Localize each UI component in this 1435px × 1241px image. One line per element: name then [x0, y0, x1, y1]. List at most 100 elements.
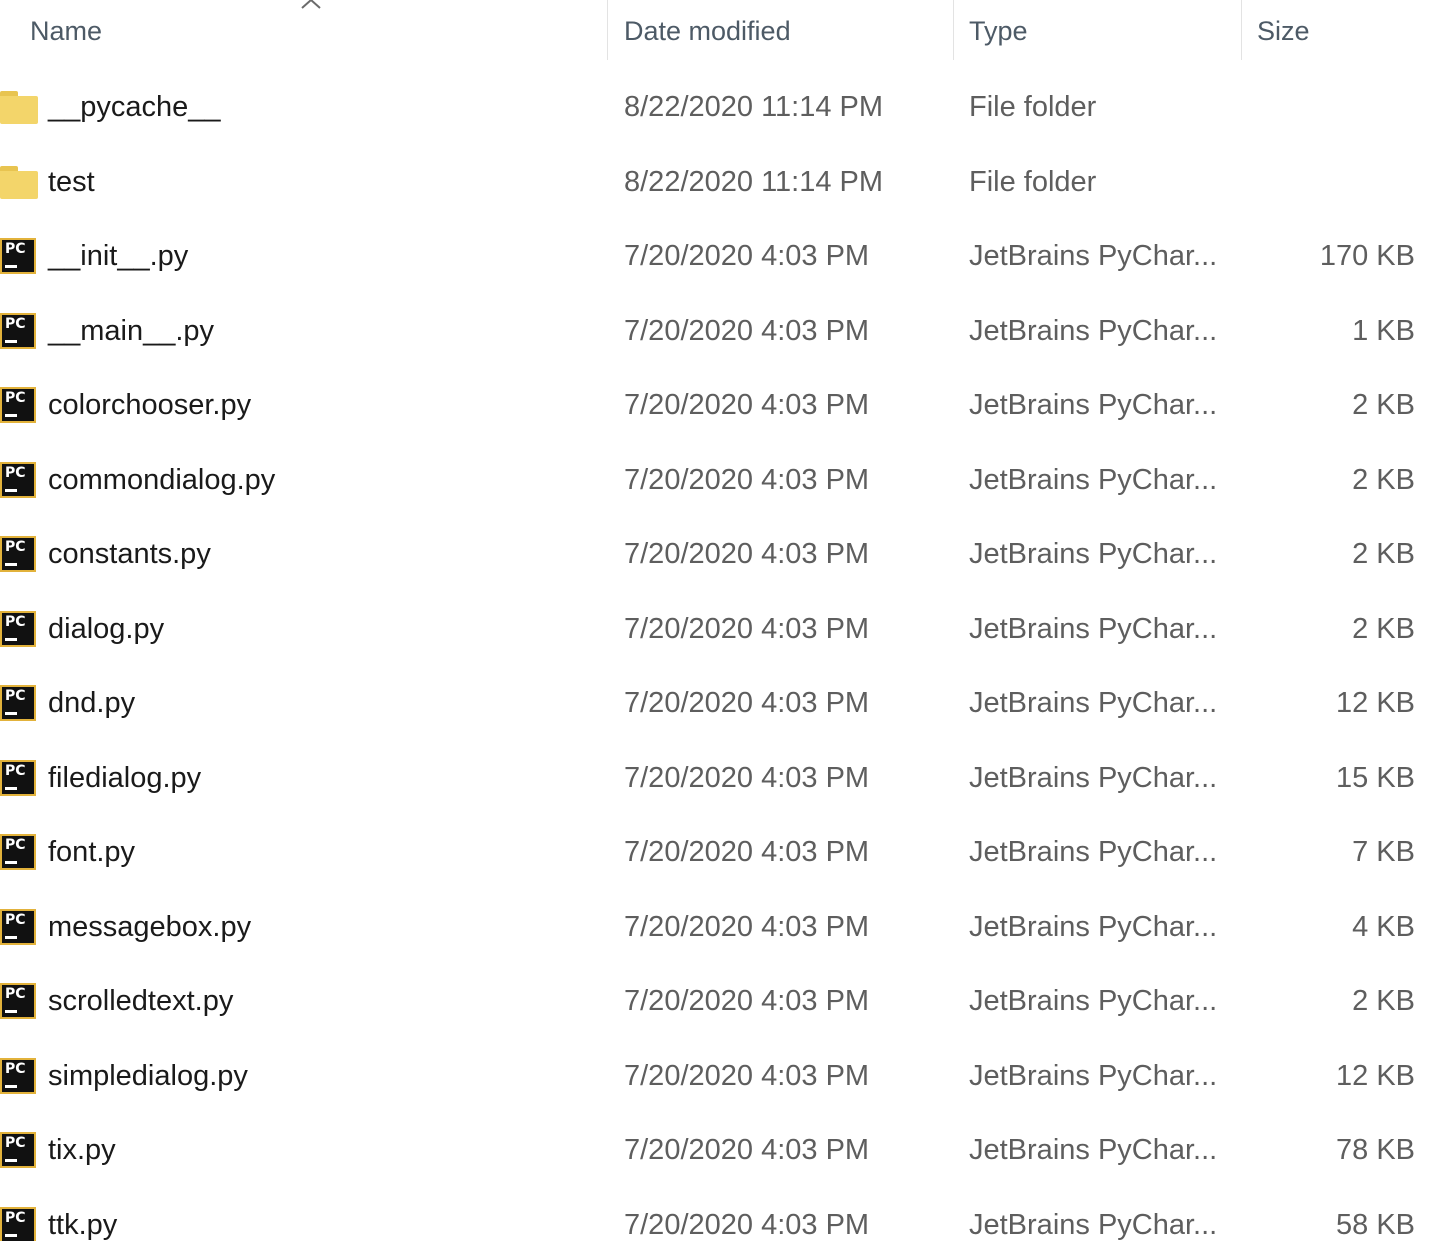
column-header-size[interactable]: Size: [1257, 0, 1427, 62]
file-date-modified: 7/20/2020 4:03 PM: [624, 910, 870, 943]
file-date-modified: 7/20/2020 4:03 PM: [624, 612, 870, 645]
file-type: JetBrains PyChar...: [969, 314, 1218, 347]
file-date-modified: 7/20/2020 4:03 PM: [624, 1134, 870, 1166]
file-row[interactable]: PC simpledialog.py 7/20/2020 4:03 PM JetBra…: [0, 1039, 1435, 1114]
file-type: JetBrains PyChar...: [969, 985, 1218, 1017]
pycharm-file-icon: PC: [0, 312, 36, 349]
pycharm-glyph: PC: [5, 688, 26, 704]
file-list: __pycache__ 8/22/2020 11:14 PM File folder…: [0, 70, 1435, 1241]
file-row[interactable]: PC font.py 7/20/2020 4:03 PM JetBrains PyCh…: [0, 815, 1435, 890]
pycharm-glyph: PC: [5, 390, 26, 406]
file-type: JetBrains PyChar...: [969, 687, 1218, 719]
pycharm-file-icon: PC: [0, 1057, 36, 1094]
file-date-modified: 7/20/2020 4:03 PM: [624, 761, 870, 794]
column-divider[interactable]: [953, 0, 954, 60]
file-type: JetBrains PyChar...: [969, 389, 1218, 421]
pycharm-file-icon: PC: [0, 834, 36, 870]
file-name: test: [48, 165, 95, 198]
pycharm-glyph: PC: [5, 1060, 26, 1077]
file-date-modified: 7/20/2020 4:03 PM: [624, 687, 870, 719]
column-divider[interactable]: [607, 0, 608, 60]
pycharm-file-icon: PC: [0, 983, 36, 1019]
pycharm-glyph: PC: [5, 1135, 26, 1151]
file-size: 7 KB: [1352, 836, 1415, 868]
file-name: dialog.py: [48, 612, 165, 645]
file-size: 78 KB: [1336, 1134, 1415, 1166]
pycharm-file-icon: PC: [0, 685, 36, 721]
file-name: constants.py: [48, 538, 211, 570]
column-divider[interactable]: [1241, 0, 1242, 60]
file-type: File folder: [969, 165, 1097, 198]
file-name: __pycache__: [48, 91, 221, 123]
file-date-modified: 7/20/2020 4:03 PM: [624, 1059, 870, 1092]
column-header-date-modified[interactable]: Date modified: [624, 0, 944, 62]
pycharm-glyph: PC: [5, 539, 26, 555]
file-type: JetBrains PyChar...: [969, 240, 1218, 272]
file-name: __main__.py: [48, 314, 215, 347]
file-row[interactable]: PC messagebox.py 7/20/2020 4:03 PM JetBrain…: [0, 890, 1435, 965]
pycharm-file-icon: PC: [0, 387, 36, 423]
file-row[interactable]: PC dialog.py 7/20/2020 4:03 PM JetBrains Py…: [0, 592, 1435, 667]
pycharm-file-icon: PC: [0, 610, 36, 647]
pycharm-glyph: PC: [5, 911, 26, 928]
file-row[interactable]: PC constants.py 7/20/2020 4:03 PM JetBrains…: [0, 517, 1435, 592]
file-date-modified: 7/20/2020 4:03 PM: [624, 240, 870, 272]
file-row[interactable]: __pycache__ 8/22/2020 11:14 PM File folder: [0, 70, 1435, 145]
pycharm-glyph: PC: [5, 613, 26, 630]
file-name: __init__.py: [48, 240, 189, 272]
file-name: ttk.py: [48, 1208, 118, 1241]
file-size: 4 KB: [1352, 910, 1415, 943]
folder-icon: [0, 89, 38, 125]
file-date-modified: 7/20/2020 4:03 PM: [624, 985, 870, 1017]
pycharm-file-icon: PC: [0, 238, 36, 274]
file-row[interactable]: PC tix.py 7/20/2020 4:03 PM JetBrains PyCha…: [0, 1113, 1435, 1188]
pycharm-glyph: PC: [5, 464, 26, 481]
file-size: 2 KB: [1352, 538, 1415, 570]
file-date-modified: 7/20/2020 4:03 PM: [624, 463, 870, 496]
pycharm-glyph: PC: [5, 986, 26, 1002]
file-name: scrolledtext.py: [48, 985, 234, 1017]
file-date-modified: 8/22/2020 11:14 PM: [624, 165, 884, 198]
file-type: JetBrains PyChar...: [969, 910, 1218, 943]
file-type: JetBrains PyChar...: [969, 1059, 1218, 1092]
file-row[interactable]: PC filedialog.py 7/20/2020 4:03 PM JetBrain…: [0, 741, 1435, 816]
file-date-modified: 8/22/2020 11:14 PM: [624, 91, 884, 123]
column-header-type[interactable]: Type: [969, 0, 1229, 62]
file-type: JetBrains PyChar...: [969, 1208, 1218, 1241]
pycharm-file-icon: PC: [0, 461, 36, 498]
file-name: colorchooser.py: [48, 389, 252, 421]
sort-ascending-icon: [301, 0, 321, 9]
file-row[interactable]: PC scrolledtext.py 7/20/2020 4:03 PM JetBra…: [0, 964, 1435, 1039]
file-row[interactable]: PC ttk.py 7/20/2020 4:03 PM JetBrains PyCha…: [0, 1188, 1435, 1241]
file-size: 58 KB: [1336, 1208, 1415, 1241]
pycharm-glyph: PC: [5, 241, 26, 257]
file-row[interactable]: PC __init__.py 7/20/2020 4:03 PM JetBrains …: [0, 219, 1435, 294]
file-name: filedialog.py: [48, 761, 202, 794]
file-type: JetBrains PyChar...: [969, 1134, 1218, 1166]
pycharm-glyph: PC: [5, 315, 26, 332]
pycharm-glyph: PC: [5, 762, 26, 779]
file-size: 2 KB: [1352, 985, 1415, 1017]
file-size: 2 KB: [1352, 612, 1415, 645]
folder-icon: [0, 164, 38, 200]
file-size: 2 KB: [1352, 463, 1415, 496]
column-header-bar: Name Date modified Type Size: [0, 0, 1435, 62]
file-type: JetBrains PyChar...: [969, 463, 1218, 496]
file-row[interactable]: PC dnd.py 7/20/2020 4:03 PM JetBrains PyCha…: [0, 666, 1435, 741]
file-row[interactable]: PC commondialog.py 7/20/2020 4:03 PM JetBra…: [0, 443, 1435, 518]
file-name: font.py: [48, 836, 136, 868]
file-size: 12 KB: [1336, 687, 1415, 719]
file-size: 170 KB: [1319, 240, 1415, 272]
file-row[interactable]: PC colorchooser.py 7/20/2020 4:03 PM JetBra…: [0, 368, 1435, 443]
pycharm-file-icon: PC: [0, 1132, 36, 1168]
pycharm-file-icon: PC: [0, 908, 36, 945]
pycharm-file-icon: PC: [0, 1206, 36, 1241]
pycharm-file-icon: PC: [0, 759, 36, 796]
file-name: dnd.py: [48, 687, 136, 719]
file-row[interactable]: PC __main__.py 7/20/2020 4:03 PM JetBrains …: [0, 294, 1435, 369]
file-size: 15 KB: [1336, 761, 1415, 794]
file-row[interactable]: test 8/22/2020 11:14 PM File folder: [0, 145, 1435, 220]
file-name: tix.py: [48, 1134, 116, 1166]
file-type: JetBrains PyChar...: [969, 538, 1218, 570]
pycharm-glyph: PC: [5, 1209, 26, 1226]
